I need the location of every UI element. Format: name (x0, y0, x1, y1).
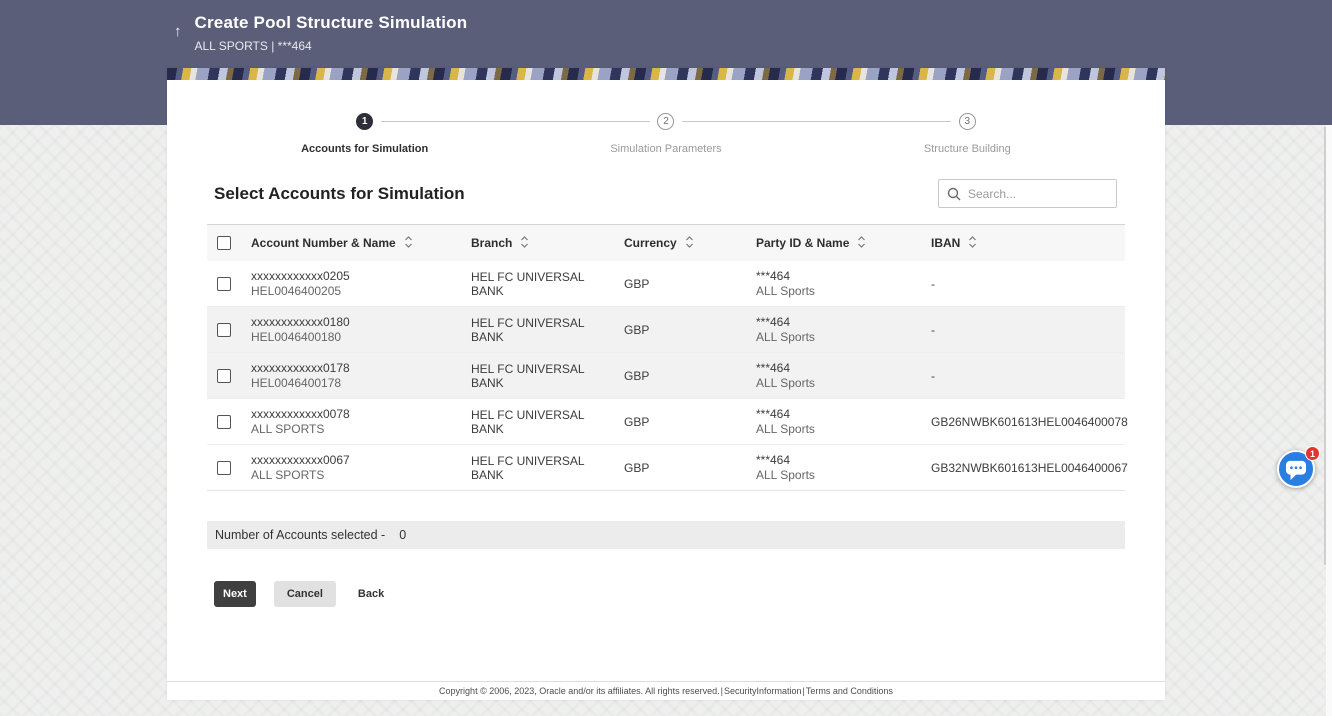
branch: HEL FC UNIVERSAL BANK (471, 269, 585, 298)
sort-icon (685, 235, 694, 251)
step-simulation-parameters: 2 Simulation Parameters (380, 113, 816, 155)
iban: - (931, 276, 935, 291)
search-input[interactable] (968, 186, 1108, 201)
cancel-button[interactable]: Cancel (273, 581, 336, 607)
party-name: ALL Sports (756, 468, 815, 482)
account-number: xxxxxxxxxxxx0067 (251, 453, 350, 467)
chat-widget-button[interactable]: 1 (1277, 446, 1320, 490)
selected-count-value: 0 (399, 528, 407, 542)
party-name: ALL Sports (756, 330, 815, 344)
party-id: ***464 (756, 269, 791, 283)
currency: GBP (624, 414, 650, 429)
step-accounts-for-simulation: 1 Accounts for Simulation (214, 113, 515, 155)
column-header-currency[interactable]: Currency (624, 235, 756, 251)
chat-bubble-icon (1285, 460, 1307, 481)
account-name: HEL0046400180 (251, 330, 342, 344)
search-icon (947, 187, 961, 201)
iban: GB32NWBK601613HEL0046400067 (931, 460, 1128, 475)
wizard-stepper: 1 Accounts for Simulation 2 Simulation P… (167, 80, 1165, 155)
currency: GBP (624, 276, 650, 291)
security-information-link[interactable]: SecurityInformation (724, 686, 802, 696)
scrollbar[interactable] (1324, 127, 1326, 565)
step-2-circle: 2 (657, 113, 675, 130)
selected-count-bar: Number of Accounts selected - 0 (207, 521, 1125, 549)
page-title: Create Pool Structure Simulation (194, 13, 468, 32)
party-id: ***464 (756, 361, 791, 375)
step-structure-building: 3 Structure Building (681, 113, 1118, 155)
page-right-gutter (1326, 125, 1332, 716)
chat-notification-badge: 1 (1305, 446, 1320, 461)
party-id: ***464 (756, 407, 791, 421)
account-number: xxxxxxxxxxxx0205 (251, 269, 350, 283)
search-box (938, 179, 1117, 208)
party-id: ***464 (756, 315, 791, 329)
up-arrow-icon[interactable]: ↑ (174, 23, 182, 40)
column-header-party[interactable]: Party ID & Name (756, 235, 931, 251)
table-row: xxxxxxxxxxxx0078 ALL SPORTS HEL FC UNIVER… (207, 399, 1128, 445)
sort-icon (404, 235, 413, 251)
branch: HEL FC UNIVERSAL BANK (471, 315, 585, 344)
account-number: xxxxxxxxxxxx0180 (251, 315, 350, 329)
select-all-checkbox[interactable] (217, 236, 231, 250)
row-checkbox[interactable] (217, 276, 231, 291)
party-name: ALL Sports (756, 422, 815, 436)
table-row: xxxxxxxxxxxx0178 HEL0046400178 HEL FC UNI… (207, 353, 1125, 399)
party-name: ALL Sports (756, 284, 815, 298)
step-3-label: Structure Building (923, 143, 1011, 155)
section-title: Select Accounts for Simulation (214, 183, 465, 203)
account-name: ALL SPORTS (251, 422, 325, 436)
back-button[interactable]: Back (354, 581, 388, 607)
column-header-account[interactable]: Account Number & Name (251, 235, 471, 251)
page: ↑ Create Pool Structure Simulation ALL S… (0, 0, 1332, 716)
step-1-label: Accounts for Simulation (301, 143, 429, 155)
column-header-branch[interactable]: Branch (471, 235, 624, 251)
row-checkbox[interactable] (217, 368, 231, 383)
column-header-iban[interactable]: IBAN (931, 235, 1125, 251)
next-button[interactable]: Next (214, 581, 256, 607)
selected-count-label: Number of Accounts selected - (215, 528, 386, 542)
sort-icon (857, 235, 866, 251)
account-number: xxxxxxxxxxxx0178 (251, 361, 350, 375)
terms-and-conditions-link[interactable]: Terms and Conditions (806, 686, 893, 696)
footer: Copyright © 2006, 2023, Oracle and/or it… (167, 681, 1165, 700)
footer-separator: | (802, 686, 805, 696)
currency: GBP (624, 460, 650, 475)
action-buttons: Next Cancel Back (214, 581, 1165, 607)
currency: GBP (624, 368, 650, 383)
sort-icon (968, 235, 977, 251)
step-2-label: Simulation Parameters (610, 143, 722, 155)
sort-icon (520, 235, 529, 251)
party-name: ALL Sports (756, 376, 815, 390)
footer-separator: | (720, 686, 723, 696)
accounts-table: Account Number & Name Branch Currency Pa… (207, 224, 1128, 491)
account-name: HEL0046400205 (251, 284, 342, 298)
branch: HEL FC UNIVERSAL BANK (471, 453, 585, 482)
party-id: ***464 (756, 453, 791, 467)
iban: GB26NWBK601613HEL0046400078 (931, 414, 1128, 429)
table-row: xxxxxxxxxxxx0205 HEL0046400205 HEL FC UNI… (207, 261, 1125, 307)
row-checkbox[interactable] (217, 414, 231, 429)
step-1-circle: 1 (356, 113, 374, 130)
branch: HEL FC UNIVERSAL BANK (471, 361, 585, 390)
row-checkbox[interactable] (217, 460, 231, 475)
iban: - (931, 322, 935, 337)
main-card: 1 Accounts for Simulation 2 Simulation P… (167, 68, 1165, 700)
branch: HEL FC UNIVERSAL BANK (471, 407, 585, 436)
step-3-circle: 3 (958, 113, 976, 130)
decorative-banner (167, 68, 1165, 80)
table-row: xxxxxxxxxxxx0067 ALL SPORTS HEL FC UNIVER… (207, 445, 1128, 491)
account-name: HEL0046400178 (251, 376, 342, 390)
account-number: xxxxxxxxxxxx0078 (251, 407, 350, 421)
copyright-text: Copyright © 2006, 2023, Oracle and/or it… (439, 686, 720, 696)
table-row: xxxxxxxxxxxx0180 HEL0046400180 HEL FC UNI… (207, 307, 1125, 353)
iban: - (931, 368, 935, 383)
table-header-row: Account Number & Name Branch Currency Pa… (207, 224, 1125, 261)
page-subtitle: ALL SPORTS | ***464 (194, 39, 312, 53)
currency: GBP (624, 322, 650, 337)
account-name: ALL SPORTS (251, 468, 325, 482)
row-checkbox[interactable] (217, 322, 231, 337)
